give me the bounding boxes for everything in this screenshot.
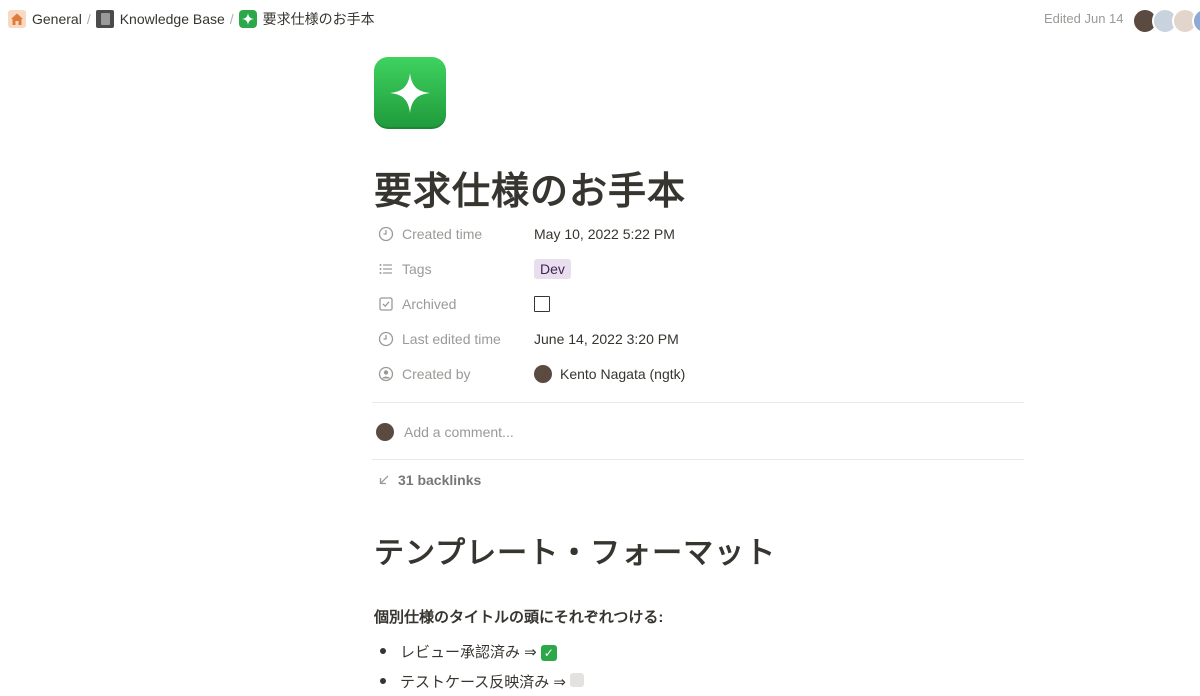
check-mark-icon: ✓ <box>540 644 557 661</box>
breadcrumb-item-general[interactable]: General <box>6 10 84 28</box>
breadcrumb-label: Knowledge Base <box>119 11 225 27</box>
property-created-time[interactable]: Created time May 10, 2022 5:22 PM <box>372 216 1024 251</box>
breadcrumb: General / Knowledge Base / 要求仕様のお手本 <box>6 9 377 29</box>
backlinks-label: 31 backlinks <box>398 472 482 488</box>
bullet-icon <box>380 678 386 684</box>
avatar <box>376 423 394 441</box>
property-value: June 14, 2022 3:20 PM <box>534 330 679 347</box>
backlinks-button[interactable]: 31 backlinks <box>378 472 481 488</box>
breadcrumb-label: 要求仕様のお手本 <box>262 11 375 27</box>
property-value[interactable]: Kento Nagata (ngtk) <box>560 366 685 382</box>
divider <box>372 459 1024 460</box>
person-icon <box>378 366 394 381</box>
list-icon <box>379 263 392 274</box>
tag-dev[interactable]: Dev <box>534 258 571 279</box>
breadcrumb-item-knowledge-base[interactable]: Knowledge Base <box>94 10 227 28</box>
home-icon <box>8 10 26 28</box>
checkbox-icon <box>379 296 393 311</box>
breadcrumb-item-current-page[interactable]: 要求仕様のお手本 <box>237 9 377 29</box>
arrow-down-left-icon <box>379 475 389 485</box>
notebook-icon <box>95 10 114 28</box>
archived-checkbox[interactable] <box>534 295 550 312</box>
breadcrumb-separator: / <box>229 11 234 27</box>
clock-icon <box>378 226 394 241</box>
property-name: Created time <box>402 225 483 242</box>
properties-panel: Created time May 10, 2022 5:22 PM Tags D… <box>372 216 1024 391</box>
property-name: Archived <box>402 295 457 312</box>
comment-input[interactable]: Add a comment... <box>404 424 514 440</box>
grey-icon <box>570 672 584 687</box>
sparkle-icon <box>238 10 257 28</box>
page-title[interactable]: 要求仕様のお手本 <box>374 160 686 215</box>
page-icon[interactable] <box>374 57 446 129</box>
edited-timestamp[interactable]: Edited Jun 14 <box>1044 11 1124 26</box>
bullet-list: レビュー承認済み ⇒ ✓ テストケース反映済み ⇒ <box>380 636 584 696</box>
property-name: Tags <box>402 260 432 277</box>
breadcrumb-label: General <box>32 11 82 27</box>
property-value: May 10, 2022 5:22 PM <box>534 225 675 242</box>
breadcrumb-separator: / <box>86 11 91 27</box>
list-item-text: テストケース反映済み ⇒ <box>400 673 566 691</box>
content-heading[interactable]: テンプレート・フォーマット <box>374 528 776 572</box>
property-archived[interactable]: Archived <box>372 286 1024 321</box>
collaborator-avatars[interactable]: A <box>1132 8 1200 34</box>
sparkle-icon <box>390 73 430 113</box>
property-name: Last edited time <box>402 330 501 347</box>
comment-box[interactable]: Add a comment... <box>376 423 514 441</box>
property-tags[interactable]: Tags Dev <box>372 251 1024 286</box>
top-bar: General / Knowledge Base / 要求仕様のお手本 Edit… <box>0 0 1200 38</box>
list-item-text: レビュー承認済み ⇒ <box>400 643 537 661</box>
property-name: Created by <box>402 365 471 382</box>
clock-icon <box>378 331 394 346</box>
avatar <box>534 364 552 383</box>
divider <box>372 402 1024 403</box>
list-item[interactable]: レビュー承認済み ⇒ ✓ <box>380 636 584 666</box>
property-last-edited-time[interactable]: Last edited time June 14, 2022 3:20 PM <box>372 321 1024 356</box>
content-bold-line[interactable]: 個別仕様のタイトルの頭にそれぞれつける: <box>374 606 663 627</box>
property-created-by[interactable]: Created by Kento Nagata (ngtk) <box>372 356 1024 391</box>
bullet-icon <box>380 648 386 654</box>
